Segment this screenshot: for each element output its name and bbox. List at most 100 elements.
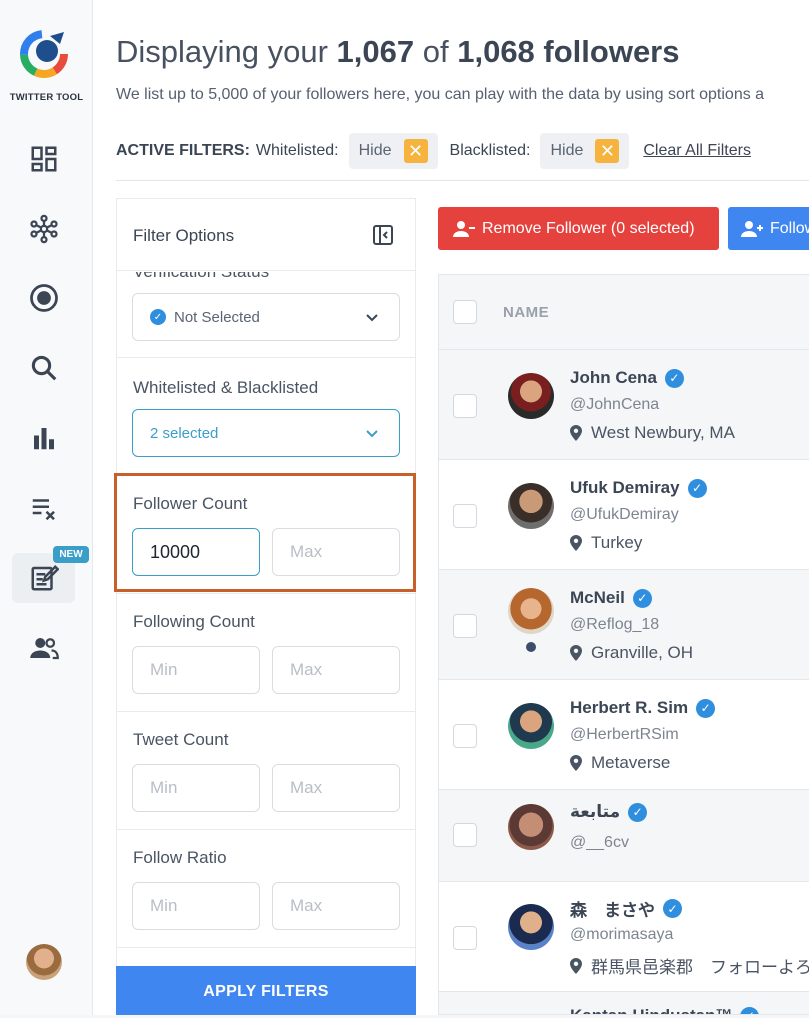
lists-label: Whitelisted & Blacklisted	[133, 378, 319, 397]
verification-select[interactable]: ✓ Not Selected	[132, 293, 400, 341]
people-icon	[30, 638, 59, 660]
lists-select[interactable]: 2 selected	[132, 409, 400, 457]
avatar[interactable]	[508, 373, 554, 419]
table-row[interactable]: متابعة ✓ @__6cv	[439, 790, 809, 882]
follower-name[interactable]: McNeil ✓	[570, 588, 652, 608]
nav-target[interactable]	[22, 276, 66, 320]
followers-table: NAME John Cena ✓ @JohnCena West Newbury, …	[438, 274, 809, 1015]
nav-dashboard[interactable]	[22, 137, 66, 181]
name-column-header[interactable]: NAME	[503, 304, 549, 321]
whitelisted-value: Hide	[358, 142, 392, 159]
nav-search[interactable]	[22, 346, 66, 390]
tweet-count-label: Tweet Count	[133, 730, 229, 749]
verified-badge-icon: ✓	[663, 899, 682, 918]
location-text: Granville, OH	[591, 643, 694, 662]
table-row[interactable]: Ufuk Demiray ✓ @UfukDemiray Turkey	[439, 460, 809, 570]
follower-location: Turkey	[570, 533, 642, 553]
nav-clear-list[interactable]	[22, 486, 66, 530]
follow-ratio-min-input[interactable]: Min	[132, 882, 260, 930]
table-header: NAME	[439, 275, 809, 350]
verification-section: Verification Status ✓ Not Selected	[117, 272, 415, 358]
row-checkbox[interactable]	[453, 724, 477, 748]
table-row[interactable]: Herbert R. Sim ✓ @HerbertRSim Metaverse	[439, 680, 809, 790]
nav-people[interactable]	[22, 626, 66, 670]
edit-note-icon	[31, 564, 59, 591]
remove-blacklisted-filter-icon[interactable]: ✕	[595, 139, 620, 163]
following-count-max-input[interactable]: Max	[272, 646, 400, 694]
location-pin-icon	[570, 535, 582, 551]
main-content: Displaying your 1,067 of 1,068 followers…	[93, 0, 809, 1015]
remove-follower-button[interactable]: Remove Follower (0 selected)	[438, 207, 719, 250]
add-user-icon	[741, 220, 763, 237]
verified-badge-icon: ✓	[632, 588, 652, 608]
title-prefix: Displaying your	[116, 34, 337, 69]
follower-name-text: Kantan Hindustan™	[570, 1006, 732, 1014]
follower-name[interactable]: John Cena ✓	[570, 368, 684, 388]
follower-name-text: John Cena	[570, 368, 657, 387]
table-row[interactable]: 森 まさや ✓ @morimasaya 群馬県邑楽郡 フォローよろ	[439, 882, 809, 992]
table-row[interactable]: McNeil ✓ @Reflog_18 Granville, OH	[439, 570, 809, 680]
avatar[interactable]	[508, 483, 554, 529]
tweet-count-max-input[interactable]: Max	[272, 764, 400, 812]
follower-name[interactable]: متابعة ✓	[570, 802, 648, 822]
avatar[interactable]	[508, 804, 554, 850]
avatar[interactable]	[508, 588, 554, 634]
follower-name[interactable]: 森 まさや ✓	[570, 896, 682, 921]
verified-badge-icon: ✓	[687, 478, 707, 498]
online-status-dot	[526, 642, 536, 652]
check-circle-icon: ✓	[150, 309, 166, 325]
table-row[interactable]: John Cena ✓ @JohnCena West Newbury, MA	[439, 350, 809, 460]
follower-name-text: Ufuk Demiray	[570, 478, 680, 497]
clear-all-filters-link[interactable]: Clear All Filters	[643, 142, 751, 160]
avatar[interactable]	[508, 904, 554, 950]
tweet-count-section: Tweet Count Min Max	[117, 712, 415, 830]
lists-value: 2 selected	[150, 424, 219, 442]
dashboard-icon	[31, 146, 57, 172]
remove-whitelisted-filter-icon[interactable]: ✕	[403, 139, 428, 163]
follow-ratio-label: Follow Ratio	[133, 848, 227, 867]
tweet-count-min-input[interactable]: Min	[132, 764, 260, 812]
remove-user-icon	[453, 220, 475, 237]
chevron-down-icon	[366, 430, 378, 438]
whitelisted-label: Whitelisted:	[255, 142, 339, 159]
follower-name[interactable]: Kantan Hindustan™ ✓	[570, 1006, 760, 1014]
verification-label: Verification Status	[133, 272, 269, 282]
clear-list-icon	[32, 499, 55, 521]
follow-button[interactable]: Follow	[728, 207, 809, 250]
row-checkbox[interactable]	[453, 504, 477, 528]
following-count-min-input[interactable]: Min	[132, 646, 260, 694]
whitelisted-chip: Hide ✕	[348, 133, 438, 169]
page-subtitle: We list up to 5,000 of your followers he…	[116, 86, 765, 103]
twitter-tool-logo[interactable]	[20, 26, 68, 78]
row-checkbox[interactable]	[453, 823, 477, 847]
blacklisted-label: Blacklisted:	[449, 142, 531, 159]
collapse-panel-icon[interactable]	[371, 223, 395, 247]
blacklisted-value: Hide	[550, 142, 584, 159]
remove-follower-label: Remove Follower (0 selected)	[482, 219, 695, 237]
follower-name[interactable]: Ufuk Demiray ✓	[570, 478, 707, 498]
left-nav-rail: TWITTER TOOL NEW	[0, 0, 93, 1015]
follower-handle: @__6cv	[570, 834, 629, 851]
select-all-checkbox[interactable]	[453, 300, 477, 324]
follower-handle: @Reflog_18	[570, 616, 660, 633]
follower-name-text: Herbert R. Sim	[570, 698, 689, 717]
follow-ratio-max-input[interactable]: Max	[272, 882, 400, 930]
location-pin-icon	[570, 957, 582, 974]
search-icon	[31, 355, 57, 381]
follower-name-text: 森 まさや	[570, 901, 655, 920]
nav-analytics[interactable]	[22, 416, 66, 460]
network-icon	[30, 214, 58, 244]
row-checkbox[interactable]	[453, 394, 477, 418]
follower-count-highlight	[114, 473, 416, 592]
nav-network[interactable]	[22, 207, 66, 251]
row-checkbox[interactable]	[453, 614, 477, 638]
row-checkbox[interactable]	[453, 926, 477, 950]
follower-handle: @JohnCena	[570, 396, 660, 413]
avatar[interactable]	[508, 703, 554, 749]
user-avatar[interactable]	[26, 944, 62, 980]
table-row[interactable]: Kantan Hindustan™ ✓	[439, 992, 809, 1014]
follower-location: West Newbury, MA	[570, 423, 735, 443]
apply-filters-button[interactable]: APPLY FILTERS	[116, 966, 416, 1015]
follower-name[interactable]: Herbert R. Sim ✓	[570, 698, 716, 718]
verified-badge-icon: ✓	[664, 368, 684, 388]
